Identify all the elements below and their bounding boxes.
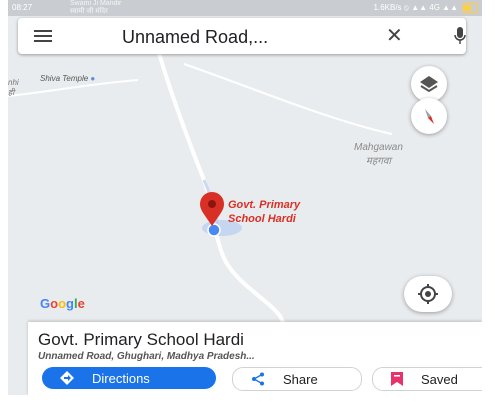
temple-marker-icon: ●	[90, 74, 96, 83]
directions-button[interactable]: Directions	[42, 367, 216, 389]
directions-label: Directions	[92, 370, 150, 386]
left-edge-label-hindi: ही	[8, 88, 15, 97]
share-icon	[252, 372, 264, 386]
compass-icon	[425, 109, 434, 124]
status-indicators: 1.6KB/s ⦸ ▲▲ 4G ▲▲	[373, 3, 458, 12]
school-map-label[interactable]: Govt. Primary School Hardi	[228, 198, 300, 226]
place-title: Govt. Primary School Hardi	[38, 330, 244, 349]
place-address: Unnamed Road, Ghughari, Madhya Pradesh..…	[38, 351, 255, 362]
search-query-text[interactable]: Unnamed Road,...	[122, 27, 268, 48]
notification-subtitle: स्वामी जी मंदिर	[70, 8, 108, 15]
share-button[interactable]: Share	[232, 367, 362, 391]
left-edge-label-text: nhi	[8, 78, 19, 87]
my-location-button[interactable]	[404, 276, 452, 312]
google-logo-letter: o	[58, 296, 67, 311]
shiva-temple-text: Shiva Temple	[40, 74, 89, 83]
close-icon[interactable]: ✕	[386, 24, 403, 48]
compass-button[interactable]	[411, 98, 447, 134]
mahgawan-label[interactable]: Mahgawan महगवा	[354, 141, 403, 169]
shiva-temple-label[interactable]: Shiva Temple ●	[40, 74, 95, 83]
layers-icon	[420, 76, 438, 93]
my-location-icon	[418, 284, 438, 304]
microphone-icon[interactable]	[454, 27, 466, 45]
hamburger-menu-icon[interactable]	[34, 30, 52, 42]
google-logo-letter: G	[40, 296, 51, 311]
current-location-dot	[207, 223, 221, 237]
search-bar[interactable]: Unnamed Road,... ✕	[18, 18, 466, 54]
share-label: Share	[283, 371, 318, 387]
saved-button[interactable]: Saved	[372, 367, 482, 391]
map-app-screen: 08:27 Swami Ji Mandir स्वामी जी मंदिर 1.…	[8, 0, 482, 395]
saved-label: Saved	[421, 371, 458, 387]
place-info-card[interactable]: Govt. Primary School Hardi Unnamed Road,…	[28, 322, 482, 395]
left-edge-label: nhi ही	[8, 78, 19, 98]
directions-icon	[60, 371, 74, 385]
status-time: 08:27	[12, 3, 33, 12]
notification-title: Swami Ji Mandir	[70, 0, 122, 7]
mahgawan-hindi-text: महगवा	[365, 156, 391, 167]
google-logo-letter: e	[77, 296, 85, 311]
school-label-line1: Govt. Primary	[228, 199, 301, 211]
bookmark-icon	[391, 372, 403, 386]
google-logo: Google	[40, 296, 85, 311]
school-label-line2: School Hardi	[228, 213, 296, 225]
mahgawan-text: Mahgawan	[354, 142, 403, 153]
google-logo-letter: g	[66, 296, 74, 311]
battery-icon	[462, 3, 478, 13]
notification-preview: Swami Ji Mandir स्वामी जी मंदिर	[70, 0, 121, 16]
google-logo-letter: o	[50, 296, 59, 311]
status-bar: 08:27 Swami Ji Mandir स्वामी जी मंदिर 1.…	[8, 0, 482, 16]
layers-button[interactable]	[411, 66, 447, 102]
